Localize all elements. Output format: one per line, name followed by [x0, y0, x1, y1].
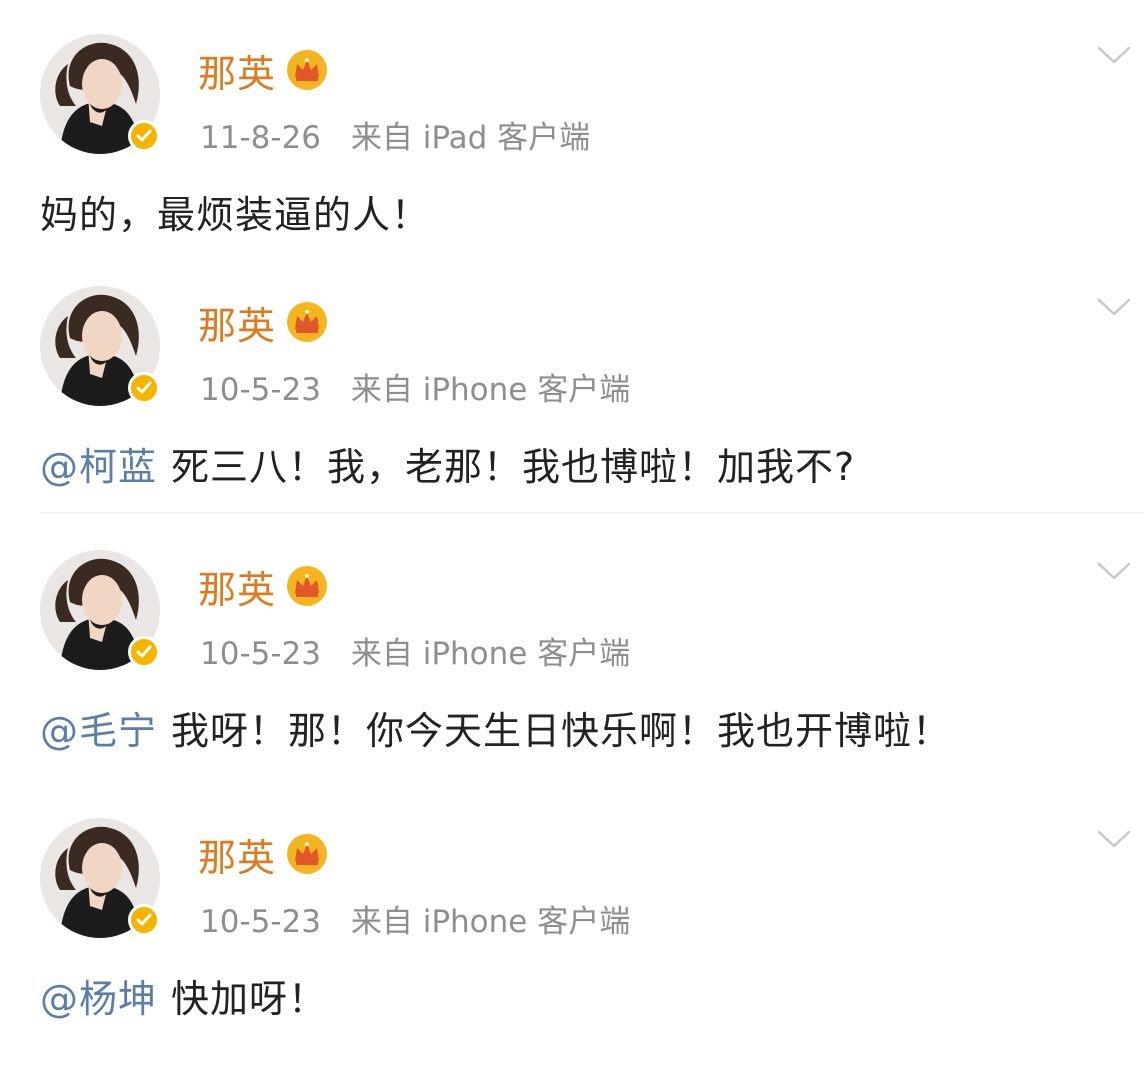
post-content: @柯蓝 死三八！我，老那！我也博啦！加我不? [40, 436, 855, 491]
post-source: 来自 iPhone 客户端 [350, 372, 631, 408]
user-name[interactable]: 那英 [198, 43, 276, 98]
post-date: 10-5-23 [200, 372, 321, 408]
name-row: 那英 [198, 294, 328, 350]
post-source: 来自 iPhone 客户端 [350, 636, 631, 672]
mention-link[interactable]: @柯蓝 [40, 445, 157, 489]
post-source: 来自 iPad 客户端 [350, 120, 591, 156]
post-content: 妈的，最烦装逼的人！ [40, 184, 430, 239]
chevron-down-icon[interactable] [1096, 556, 1132, 584]
post-text: 快加呀！ [171, 977, 328, 1021]
user-name[interactable]: 那英 [198, 827, 276, 882]
avatar[interactable] [40, 818, 160, 938]
avatar[interactable] [40, 34, 160, 154]
verified-badge-icon [128, 372, 160, 404]
avatar[interactable] [40, 550, 160, 670]
post-date: 11-8-26 [200, 120, 321, 156]
mention-link[interactable]: @毛宁 [40, 709, 157, 753]
crown-icon [287, 302, 328, 342]
divider [40, 512, 1144, 514]
name-row: 那英 [198, 42, 328, 98]
name-row: 那英 [198, 558, 328, 614]
post-text: 死三八！我，老那！我也博啦！加我不? [171, 445, 856, 489]
post-meta: 10-5-23 来自 iPhone 客户端 [200, 896, 630, 941]
post-meta: 10-5-23 来自 iPhone 客户端 [200, 364, 630, 409]
avatar[interactable] [40, 286, 160, 406]
post-meta: 10-5-23 来自 iPhone 客户端 [200, 628, 630, 673]
mention-link[interactable]: @杨坤 [40, 977, 157, 1021]
user-name[interactable]: 那英 [198, 295, 276, 350]
post-meta: 11-8-26 来自 iPad 客户端 [200, 112, 590, 157]
post-source: 来自 iPhone 客户端 [350, 904, 631, 940]
user-name[interactable]: 那英 [198, 559, 276, 614]
crown-icon [287, 50, 328, 90]
crown-icon [287, 566, 328, 606]
weibo-feed: 那英 11-8-26 来自 iPad 客户端 妈的，最烦装逼的人！ 那英 10-… [0, 0, 1144, 1069]
verified-badge-icon [128, 904, 160, 936]
chevron-down-icon[interactable] [1096, 824, 1132, 852]
verified-badge-icon [128, 120, 160, 152]
post-date: 10-5-23 [200, 636, 321, 672]
chevron-down-icon[interactable] [1096, 292, 1132, 320]
name-row: 那英 [198, 826, 328, 882]
post-text: 妈的，最烦装逼的人！ [40, 193, 431, 237]
post-text: 我呀！那！你今天生日快乐啊！我也开博啦！ [171, 709, 952, 753]
post-date: 10-5-23 [200, 904, 321, 940]
verified-badge-icon [128, 636, 160, 668]
chevron-down-icon[interactable] [1096, 40, 1132, 68]
crown-icon [287, 834, 328, 874]
post-content: @杨坤 快加呀！ [40, 968, 327, 1023]
post-content: @毛宁 我呀！那！你今天生日快乐啊！我也开博啦！ [40, 700, 951, 755]
